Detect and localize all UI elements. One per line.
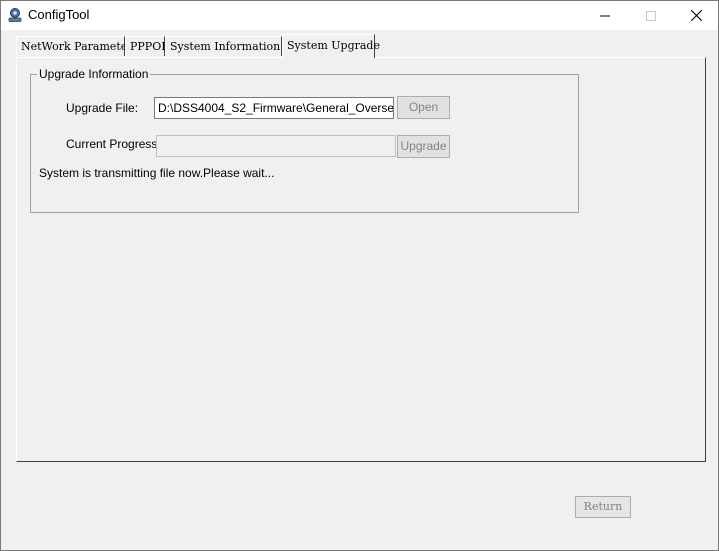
title-bar[interactable]: ConfigTool	[1, 1, 718, 30]
system-upgrade-panel: Upgrade Information Upgrade File: D:\DSS…	[16, 57, 706, 462]
upgrade-button[interactable]: Upgrade	[397, 135, 450, 158]
current-progress-label: Current Progress:	[66, 137, 161, 151]
upgrade-file-input[interactable]: D:\DSS4004_S2_Firmware\General_OverseasD…	[154, 97, 394, 119]
tab-network-parameter[interactable]: NetWork Parameter	[16, 36, 133, 56]
upgrade-file-label: Upgrade File:	[66, 101, 139, 115]
tab-system-information[interactable]: System Information	[165, 36, 282, 56]
return-button[interactable]: Return	[575, 496, 631, 518]
window-title: ConfigTool	[28, 7, 90, 22]
open-button[interactable]: Open	[397, 96, 450, 119]
minimize-button[interactable]	[582, 1, 628, 30]
close-icon	[690, 10, 702, 21]
close-button[interactable]	[673, 1, 719, 30]
maximize-icon	[646, 10, 656, 21]
upgrade-information-group: Upgrade Information Upgrade File: D:\DSS…	[30, 67, 579, 213]
tab-pppoe[interactable]: PPPOE	[125, 36, 169, 56]
maximize-button	[628, 1, 674, 30]
status-message: System is transmitting file now.Please w…	[39, 166, 275, 180]
group-title: Upgrade Information	[37, 67, 151, 81]
config-tool-icon	[7, 7, 23, 23]
current-progress-bar	[156, 135, 396, 157]
config-tool-window: ConfigTool NetWork Parameter PPPOE Syste…	[0, 0, 719, 551]
tab-system-upgrade[interactable]: System Upgrade	[282, 34, 380, 58]
minimize-icon	[600, 15, 610, 16]
